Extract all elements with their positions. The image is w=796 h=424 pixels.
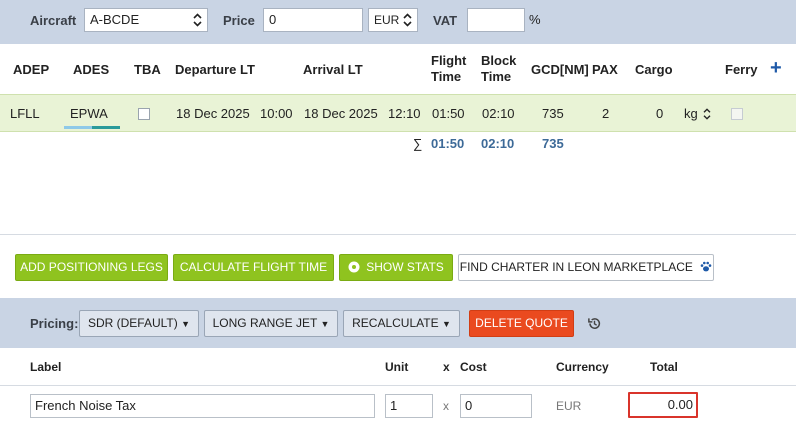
- sum-icon: ∑: [413, 136, 423, 151]
- col-label: Label: [30, 360, 62, 374]
- caret-down-icon: ▼: [441, 319, 451, 329]
- pricing-scheme-label: SDR (DEFAULT): [87, 316, 178, 330]
- col-gcd: GCD[NM]: [531, 62, 589, 77]
- total-block-time: 02:10: [481, 136, 515, 151]
- stats-disc-icon: [348, 261, 360, 273]
- col-block-time: Block Time: [481, 53, 516, 85]
- col-cost: Cost: [460, 360, 487, 374]
- price-currency: EUR: [556, 399, 582, 413]
- leg-arrival-time[interactable]: 12:10: [388, 106, 421, 121]
- leg-block-time[interactable]: 02:10: [482, 106, 515, 121]
- aircraft-category-dropdown[interactable]: LONG RANGE JET ▼: [204, 310, 338, 337]
- find-charter-button[interactable]: FIND CHARTER IN LEON MARKETPLACE: [458, 254, 714, 281]
- col-flight-time: Flight Time: [431, 53, 466, 85]
- pricing-bar: Pricing: SDR (DEFAULT) ▼ LONG RANGE JET …: [0, 298, 796, 348]
- aircraft-category-label: LONG RANGE JET: [212, 316, 318, 330]
- multiply-sign: x: [443, 399, 449, 413]
- aircraft-value: A-BCDE: [90, 12, 140, 27]
- price-input[interactable]: 0: [263, 8, 363, 32]
- total-highlight-box: 0.00: [628, 392, 698, 418]
- leg-flight-time[interactable]: 01:50: [432, 106, 465, 121]
- col-block-time-line1: Block: [481, 53, 517, 68]
- col-x: x: [443, 360, 450, 374]
- tba-checkbox[interactable]: [138, 108, 150, 120]
- quote-top-bar: Aircraft A-BCDE Price 0 EUR VAT %: [0, 0, 796, 44]
- col-cargo: Cargo: [635, 62, 673, 77]
- delete-quote-button[interactable]: DELETE QUOTE: [469, 310, 574, 337]
- col-block-time-line2: Time: [481, 69, 512, 84]
- leg-gcd: 735: [542, 106, 564, 121]
- total-flight-time: 01:50: [431, 136, 465, 151]
- price-cost-input[interactable]: 0: [460, 394, 532, 418]
- legs-grid-header: ADEP ADES TBA Departure LT Arrival LT Fl…: [0, 44, 796, 94]
- col-unit: Unit: [385, 360, 409, 374]
- updown-chevron-icon: [193, 13, 202, 27]
- leg-cargo[interactable]: 0: [656, 106, 663, 121]
- pricing-scheme-dropdown[interactable]: SDR (DEFAULT) ▼: [79, 310, 199, 337]
- recalculate-label: RECALCULATE: [352, 316, 439, 330]
- ades-progress-underline: [64, 126, 120, 129]
- col-tba: TBA: [134, 62, 161, 77]
- currency-value: EUR: [374, 13, 400, 27]
- paw-icon: [700, 261, 712, 272]
- price-label: Price: [223, 13, 255, 28]
- col-ferry: Ferry: [725, 62, 758, 77]
- leg-pax[interactable]: 2: [602, 106, 609, 121]
- price-value: 0: [269, 12, 277, 27]
- find-charter-label: FIND CHARTER IN LEON MARKETPLACE: [459, 260, 693, 274]
- price-label-input[interactable]: French Noise Tax: [30, 394, 375, 418]
- pricing-label: Pricing:: [30, 316, 79, 331]
- col-pax: PAX: [592, 62, 618, 77]
- col-ades: ADES: [73, 62, 110, 77]
- aircraft-label: Aircraft: [30, 13, 77, 28]
- leg-departure-time[interactable]: 10:00: [260, 106, 293, 121]
- add-leg-plus-icon[interactable]: +: [770, 58, 782, 78]
- col-flight-time-line2: Time: [431, 69, 462, 84]
- ferry-checkbox[interactable]: [731, 108, 743, 120]
- col-arrival: Arrival LT: [303, 62, 363, 77]
- total-gcd: 735: [542, 136, 564, 151]
- show-stats-button[interactable]: SHOW STATS: [339, 254, 453, 281]
- caret-down-icon: ▼: [181, 319, 191, 329]
- updown-chevron-icon: [703, 108, 711, 120]
- leg-ades[interactable]: EPWA: [70, 106, 108, 121]
- ades-underline-dark: [92, 126, 120, 129]
- vat-input[interactable]: [467, 8, 525, 32]
- cargo-unit-select[interactable]: kg: [684, 106, 711, 121]
- col-adep: ADEP: [13, 62, 50, 77]
- aircraft-select[interactable]: A-BCDE: [84, 8, 208, 32]
- calculate-flight-time-button[interactable]: CALCULATE FLIGHT TIME: [173, 254, 334, 281]
- vat-label: VAT: [433, 13, 458, 28]
- col-total: Total: [650, 360, 678, 374]
- col-departure: Departure LT: [175, 62, 255, 77]
- percent-sign: %: [529, 12, 541, 27]
- add-positioning-legs-button[interactable]: ADD POSITIONING LEGS: [15, 254, 168, 281]
- updown-chevron-icon: [403, 13, 412, 27]
- col-currency: Currency: [556, 360, 609, 374]
- show-stats-label: SHOW STATS: [366, 260, 444, 274]
- leg-adep[interactable]: LFLL: [10, 106, 40, 121]
- recalculate-dropdown[interactable]: RECALCULATE ▼: [343, 310, 460, 337]
- col-flight-time-line1: Flight: [431, 53, 467, 68]
- currency-select[interactable]: EUR: [368, 8, 418, 32]
- leg-arrival-date[interactable]: 18 Dec 2025: [304, 106, 378, 121]
- table-divider: [0, 385, 796, 386]
- leg-departure-date[interactable]: 18 Dec 2025: [176, 106, 250, 121]
- section-divider: [0, 234, 796, 235]
- cargo-unit-value: kg: [684, 106, 698, 121]
- history-icon[interactable]: [587, 316, 602, 331]
- price-total-value: 0.00: [667, 397, 693, 412]
- caret-down-icon: ▼: [320, 319, 330, 329]
- price-unit-input[interactable]: 1: [385, 394, 433, 418]
- ades-underline-light: [64, 126, 92, 129]
